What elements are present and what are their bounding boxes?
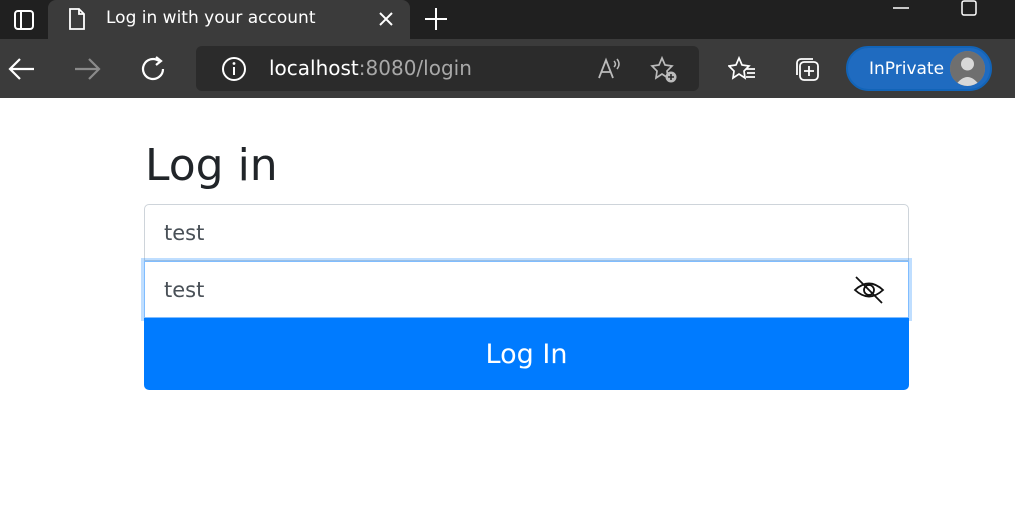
login-button[interactable]: Log In: [144, 318, 909, 390]
address-bar[interactable]: localhost:8080/login: [196, 46, 699, 91]
page-icon: [68, 8, 86, 30]
hide-password-icon[interactable]: [852, 273, 886, 307]
url-host: localhost: [269, 56, 359, 80]
page-title: Log in: [145, 140, 278, 191]
tab-bar: Log in with your account: [0, 0, 1015, 39]
info-icon[interactable]: [221, 56, 247, 82]
inprivate-button[interactable]: InPrivate: [846, 46, 992, 91]
close-icon[interactable]: [375, 8, 397, 30]
tab-actions-icon[interactable]: [0, 0, 48, 39]
browser-tab[interactable]: Log in with your account: [48, 0, 410, 39]
minimize-icon[interactable]: [890, 0, 912, 18]
maximize-icon[interactable]: [958, 0, 980, 18]
browser-toolbar: localhost:8080/login InPrivate: [0, 39, 1015, 98]
refresh-icon[interactable]: [136, 52, 170, 86]
plus-icon[interactable]: [420, 3, 452, 35]
read-aloud-icon[interactable]: [596, 56, 622, 82]
username-field[interactable]: [144, 204, 909, 261]
forward-arrow-icon[interactable]: [70, 52, 104, 86]
favorites-icon[interactable]: [727, 55, 756, 83]
add-favorite-icon[interactable]: [650, 55, 678, 84]
password-field[interactable]: [144, 261, 909, 318]
back-arrow-icon[interactable]: [5, 52, 39, 86]
tab-title: Log in with your account: [106, 8, 316, 28]
url-text: localhost:8080/login: [269, 56, 472, 80]
url-path: :8080/login: [358, 56, 472, 80]
avatar-icon: [950, 51, 985, 86]
collections-icon[interactable]: [793, 55, 821, 83]
inprivate-label: InPrivate: [869, 59, 945, 79]
